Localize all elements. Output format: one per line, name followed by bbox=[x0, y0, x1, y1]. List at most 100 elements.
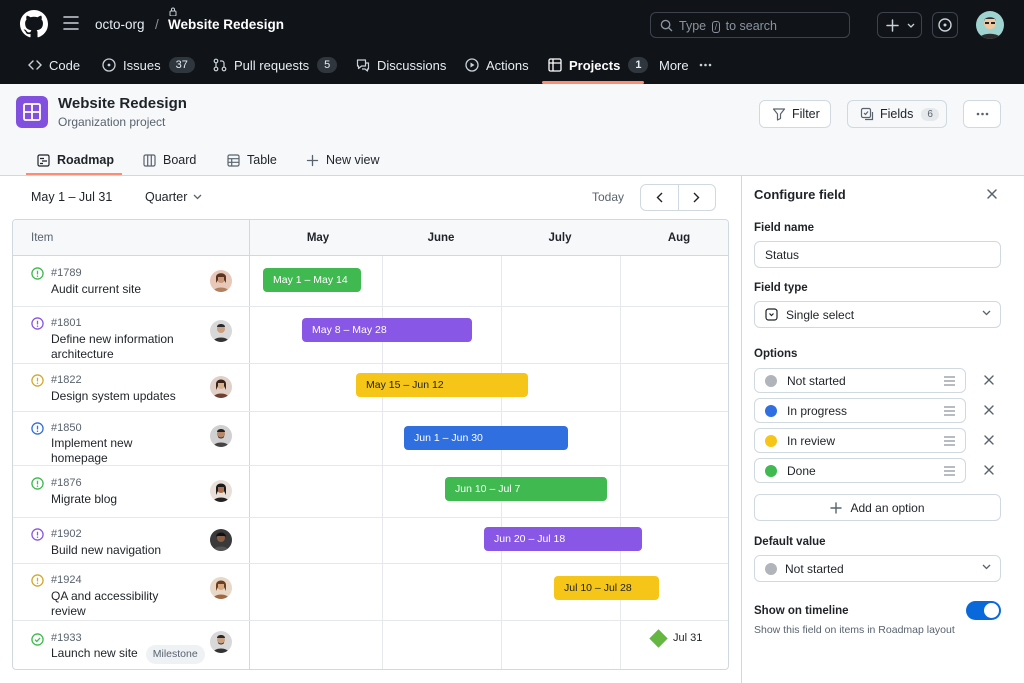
breadcrumb-repo[interactable]: Website Redesign bbox=[168, 17, 284, 32]
roadmap-icon bbox=[37, 153, 50, 167]
field-type-select[interactable]: Single select bbox=[754, 301, 1001, 328]
show-on-timeline-toggle[interactable] bbox=[966, 601, 1001, 620]
drag-handle-icon[interactable] bbox=[944, 376, 955, 386]
tab-pull-requests[interactable]: Pull requests 5 bbox=[213, 46, 338, 84]
new-view-button[interactable]: New view bbox=[306, 144, 380, 176]
issue-number: #1933 bbox=[51, 632, 82, 644]
project-menu-button[interactable] bbox=[963, 100, 1001, 128]
month-label: Aug bbox=[667, 232, 691, 244]
view-tab-table[interactable]: Table bbox=[227, 144, 277, 176]
user-avatar[interactable] bbox=[976, 11, 1004, 39]
table-row[interactable]: #1789 Audit current site bbox=[13, 256, 728, 307]
tab-actions[interactable]: Actions bbox=[465, 46, 529, 84]
table-row[interactable]: #1850 Implement new homepage bbox=[13, 412, 728, 466]
page-subtitle: Organization project bbox=[58, 115, 166, 129]
drag-handle-icon[interactable] bbox=[944, 406, 955, 416]
drag-handle-icon[interactable] bbox=[944, 466, 955, 476]
tab-label: Issues bbox=[123, 57, 161, 73]
issue-title[interactable]: Launch new site Milestone bbox=[51, 645, 221, 664]
date-range[interactable]: May 1 – Jul 31 bbox=[31, 190, 112, 204]
table-row[interactable]: #1933 Launch new site Milestone bbox=[13, 621, 728, 669]
tab-discussions[interactable]: Discussions bbox=[356, 46, 446, 84]
issue-title[interactable]: Implement new homepage bbox=[51, 436, 156, 466]
zoom-select[interactable]: Quarter bbox=[145, 190, 202, 204]
tab-issues[interactable]: Issues 37 bbox=[102, 46, 195, 84]
timeline-bar[interactable]: May 8 – May 28 bbox=[302, 318, 472, 342]
assignee-avatar[interactable] bbox=[210, 376, 232, 398]
search-placeholder: Type / to search bbox=[679, 19, 778, 33]
view-tabs: Roadmap Board Table New view bbox=[0, 144, 420, 176]
assignee-avatar[interactable] bbox=[210, 577, 232, 599]
remove-option-icon[interactable] bbox=[984, 435, 994, 445]
assignee-avatar[interactable] bbox=[210, 270, 232, 292]
issue-title[interactable]: QA and accessibility review bbox=[51, 589, 171, 619]
chevron-down-icon bbox=[907, 23, 915, 28]
menu-icon[interactable] bbox=[63, 16, 79, 30]
timeline-bar[interactable]: Jun 10 – Jul 7 bbox=[445, 477, 607, 501]
timeline-bar[interactable]: Jun 20 – Jul 18 bbox=[484, 527, 642, 551]
assignee-avatar[interactable] bbox=[210, 631, 232, 653]
timeline-bar[interactable]: Jul 10 – Jul 28 bbox=[554, 576, 659, 600]
view-tab-board[interactable]: Board bbox=[143, 144, 196, 176]
close-icon[interactable] bbox=[985, 187, 999, 201]
tab-projects[interactable]: Projects 1 bbox=[548, 46, 649, 84]
github-logo-icon[interactable] bbox=[20, 10, 48, 38]
default-value-select[interactable]: Not started bbox=[754, 555, 1001, 582]
view-tab-label: New view bbox=[326, 153, 380, 167]
plus-icon bbox=[830, 501, 843, 514]
assignee-avatar[interactable] bbox=[210, 425, 232, 447]
issue-number: #1924 bbox=[51, 574, 82, 586]
issue-number: #1876 bbox=[51, 477, 82, 489]
discussion-icon bbox=[356, 59, 370, 72]
fields-button[interactable]: Fields 6 bbox=[847, 100, 947, 128]
issue-title[interactable]: Build new navigation bbox=[51, 543, 201, 558]
code-icon bbox=[28, 60, 42, 70]
issue-title[interactable]: Audit current site bbox=[51, 282, 201, 297]
chevron-down-icon bbox=[982, 564, 991, 570]
option-in-progress[interactable]: In progress bbox=[754, 398, 966, 423]
chevron-right-icon bbox=[693, 192, 700, 203]
search-input[interactable]: Type / to search bbox=[650, 12, 850, 38]
add-option-button[interactable]: Add an option bbox=[754, 494, 1001, 521]
assignee-avatar[interactable] bbox=[210, 480, 232, 502]
tab-more[interactable]: More bbox=[659, 46, 712, 84]
option-done[interactable]: Done bbox=[754, 458, 966, 483]
remove-option-icon[interactable] bbox=[984, 465, 994, 475]
project-header: Website Redesign Organization project Fi… bbox=[0, 84, 1024, 176]
issue-number: #1822 bbox=[51, 374, 82, 386]
remove-option-icon[interactable] bbox=[984, 405, 994, 415]
today-button[interactable]: Today bbox=[592, 190, 624, 204]
breadcrumb-org[interactable]: octo-org bbox=[95, 17, 145, 32]
issue-icon bbox=[938, 18, 952, 32]
option-in-review[interactable]: In review bbox=[754, 428, 966, 453]
field-name-label: Field name bbox=[754, 222, 815, 234]
assignee-avatar[interactable] bbox=[210, 320, 232, 342]
previous-period-button[interactable] bbox=[641, 185, 679, 210]
assignee-avatar[interactable] bbox=[210, 529, 232, 551]
option-not-started[interactable]: Not started bbox=[754, 368, 966, 393]
issue-title[interactable]: Migrate blog bbox=[51, 492, 201, 507]
status-color-dot bbox=[765, 464, 777, 477]
month-label: July bbox=[548, 232, 572, 244]
field-name-input[interactable]: Status bbox=[754, 241, 1001, 268]
filter-label: Filter bbox=[792, 107, 820, 121]
chevron-down-icon bbox=[193, 194, 202, 200]
issue-number: #1902 bbox=[51, 528, 82, 540]
next-period-button[interactable] bbox=[679, 185, 716, 210]
table-row[interactable]: #1876 Migrate blog bbox=[13, 466, 728, 518]
timeline-bar[interactable]: May 1 – May 14 bbox=[263, 268, 361, 292]
drag-handle-icon[interactable] bbox=[944, 436, 955, 446]
issues-button[interactable] bbox=[932, 12, 958, 38]
create-new-button[interactable] bbox=[877, 12, 922, 38]
view-tab-roadmap[interactable]: Roadmap bbox=[37, 144, 114, 176]
issue-title[interactable]: Define new information architecture bbox=[51, 332, 201, 362]
timeline-bar[interactable]: May 15 – Jun 12 bbox=[356, 373, 528, 397]
timeline-bar[interactable]: Jun 1 – Jun 30 bbox=[404, 426, 568, 450]
issue-title[interactable]: Design system updates bbox=[51, 389, 201, 404]
toggle-knob bbox=[984, 603, 999, 618]
filter-button[interactable]: Filter bbox=[759, 100, 831, 128]
remove-option-icon[interactable] bbox=[984, 375, 994, 385]
tab-code[interactable]: Code bbox=[28, 46, 80, 84]
issue-number: #1789 bbox=[51, 267, 82, 279]
plus-icon bbox=[886, 19, 899, 32]
